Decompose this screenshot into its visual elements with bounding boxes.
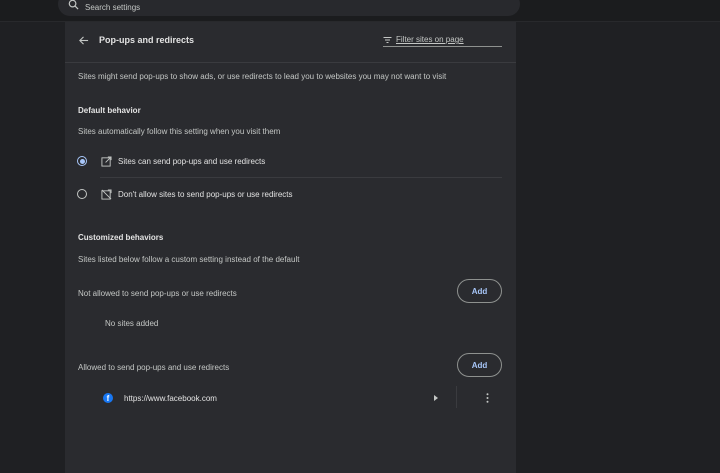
site-details-button[interactable] (432, 391, 440, 405)
page-title: Pop-ups and redirects (99, 35, 195, 45)
page-description: Sites might send pop-ups to show ads, or… (78, 72, 447, 81)
radio-allow[interactable] (77, 156, 87, 166)
site-url: https://www.facebook.com (124, 393, 217, 403)
radio-block[interactable] (77, 189, 87, 199)
customized-subheading: Sites listed below follow a custom setti… (78, 255, 300, 264)
option-block-label: Don't allow sites to send pop-ups or use… (118, 189, 293, 199)
filter-input[interactable] (396, 35, 496, 44)
default-behavior-subheading: Sites automatically follow this setting … (78, 127, 281, 136)
open-in-new-icon (101, 155, 112, 167)
option-allow[interactable]: Sites can send pop-ups and use redirects (77, 153, 265, 169)
filter-icon (383, 36, 392, 43)
top-bar (0, 0, 720, 22)
default-behavior-heading: Default behavior (78, 106, 141, 115)
settings-panel: Pop-ups and redirects Sites might send p… (65, 22, 516, 473)
filter-box[interactable] (383, 33, 502, 47)
chevron-right-icon (434, 395, 438, 401)
site-more-actions-button[interactable] (483, 391, 491, 405)
arrow-back-icon (78, 35, 88, 45)
site-row-facebook[interactable]: f https://www.facebook.com (103, 388, 503, 408)
option-divider (100, 177, 502, 178)
more-vert-icon (486, 393, 488, 403)
no-sites-text: No sites added (105, 319, 159, 328)
popup-blocked-icon (101, 188, 112, 200)
facebook-icon: f (103, 393, 113, 403)
option-block[interactable]: Don't allow sites to send pop-ups or use… (77, 186, 293, 202)
row-separator (456, 386, 457, 408)
search-icon (68, 0, 79, 10)
customized-heading: Customized behaviors (78, 233, 164, 242)
add-not-allowed-button[interactable]: Add (457, 279, 502, 303)
header-divider (65, 62, 516, 63)
search-input[interactable] (85, 0, 385, 12)
search-box[interactable] (58, 0, 520, 16)
allowed-label: Allowed to send pop-ups and use redirect… (78, 363, 230, 372)
option-allow-label: Sites can send pop-ups and use redirects (118, 156, 266, 166)
back-button[interactable] (75, 32, 91, 48)
not-allowed-label: Not allowed to send pop-ups or use redir… (78, 289, 237, 298)
add-allowed-button[interactable]: Add (457, 353, 502, 377)
